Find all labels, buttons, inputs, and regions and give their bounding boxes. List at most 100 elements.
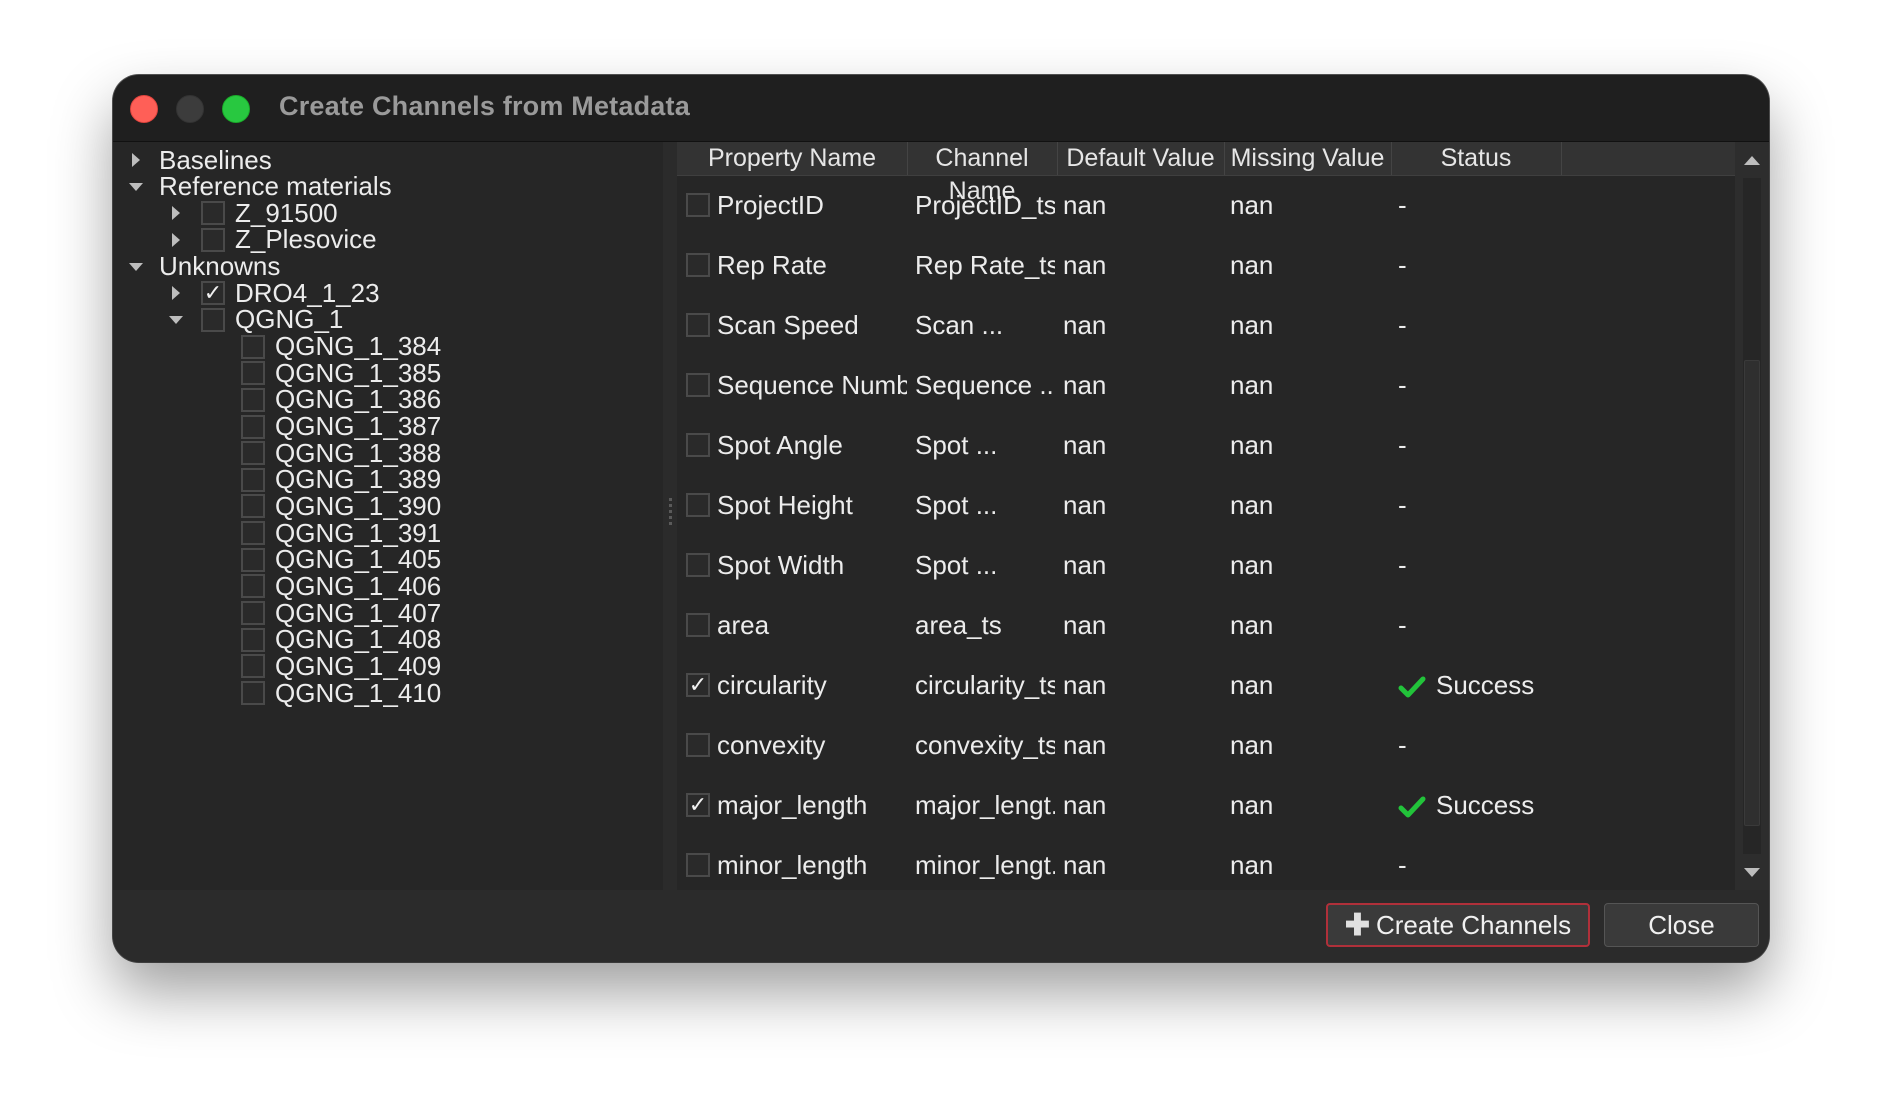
col-status-cell: - (1398, 370, 1407, 400)
scrollbar-thumb[interactable] (1744, 360, 1760, 826)
row-checkbox[interactable] (686, 853, 710, 877)
splitter-grip (669, 516, 672, 519)
col-property-name-header[interactable]: Property Name (677, 142, 908, 175)
tree-checkbox[interactable] (241, 654, 265, 679)
tree-checkbox[interactable] (241, 574, 265, 599)
window-title: Create Channels from Metadata (279, 91, 690, 121)
col-property-name-cell: ProjectID (717, 190, 824, 220)
table-scrollbar[interactable] (1735, 142, 1769, 890)
col-channel-name-cell: major_lengt... (915, 790, 1055, 820)
table-row[interactable]: convexity convexity_ts nan nan - (677, 715, 1735, 775)
tree-checkbox[interactable] (241, 334, 265, 359)
expand-arrow-down-icon[interactable] (121, 171, 151, 203)
col-property-name-cell: Scan Speed (717, 310, 859, 340)
col-missing-value-header[interactable]: Missing Value (1224, 142, 1392, 175)
col-status-header[interactable]: Status (1391, 142, 1562, 175)
splitter-grip (669, 498, 672, 501)
tree-checkbox[interactable] (201, 307, 225, 332)
tree-checkbox[interactable] (241, 681, 265, 705)
table-row[interactable]: Sequence Number Sequence ... nan nan - (677, 355, 1735, 415)
col-channel-name-cell: Spot ... (915, 430, 998, 460)
expand-arrow-down-icon[interactable] (161, 304, 191, 336)
row-checkbox[interactable] (686, 373, 710, 397)
status-text: Success (1436, 790, 1535, 820)
table-row[interactable]: ✓ major_length major_lengt... nan nan Success (677, 775, 1735, 835)
tree-checkbox[interactable] (241, 467, 265, 492)
panel-splitter[interactable] (663, 142, 677, 890)
row-checkbox[interactable] (686, 493, 710, 517)
scroll-down-arrow-icon[interactable] (1744, 868, 1760, 877)
col-status-cell: - (1398, 250, 1407, 280)
tree-checkbox[interactable] (201, 227, 225, 252)
col-status-cell: Success (1398, 655, 1568, 715)
col-missing-value-cell: nan (1230, 190, 1274, 220)
col-channel-name-cell: convexity_ts (915, 730, 1055, 760)
table-row[interactable]: Spot Height Spot ... nan nan - (677, 475, 1735, 535)
dialog-window: Create Channels from Metadata Baselines R… (113, 75, 1769, 962)
expand-arrow-down-icon[interactable] (121, 251, 151, 283)
col-default-value-header[interactable]: Default Value (1057, 142, 1225, 175)
scroll-up-arrow-icon[interactable] (1744, 156, 1760, 165)
tree-checkbox[interactable] (241, 521, 265, 546)
table-row[interactable]: ✓ circularity circularity_ts nan nan Success (677, 655, 1735, 715)
col-missing-value-cell: nan (1230, 610, 1274, 640)
tree-checkbox[interactable]: ✓ (201, 281, 225, 306)
col-property-name-cell: minor_length (717, 850, 868, 880)
col-default-value-cell: nan (1063, 790, 1107, 820)
col-default-value-cell: nan (1063, 670, 1107, 700)
close-label: Close (1648, 909, 1715, 940)
tree-checkbox[interactable] (241, 547, 265, 572)
tree-checkbox[interactable] (241, 387, 265, 412)
col-default-value-cell: nan (1063, 310, 1107, 340)
col-missing-value-cell: nan (1230, 790, 1274, 820)
status-text: Success (1436, 670, 1535, 700)
title-bar: Create Channels from Metadata (113, 75, 1769, 142)
col-channel-name-cell: minor_lengt... (915, 850, 1055, 880)
window-zoom-button[interactable] (222, 95, 250, 123)
table-row[interactable]: Rep Rate Rep Rate_ts nan nan - (677, 235, 1735, 295)
col-status-cell: - (1398, 610, 1407, 640)
col-missing-value-cell: nan (1230, 370, 1274, 400)
tree-checkbox[interactable] (241, 414, 265, 439)
col-channel-name-cell: ProjectID_ts (915, 190, 1055, 220)
tree-checkbox[interactable] (241, 494, 265, 519)
table-row[interactable]: Scan Speed Scan ... nan nan - (677, 295, 1735, 355)
row-checkbox[interactable] (686, 313, 710, 337)
row-checkbox[interactable] (686, 253, 710, 277)
table-row[interactable]: Spot Angle Spot ... nan nan - (677, 415, 1735, 475)
tree-checkbox[interactable] (241, 627, 265, 652)
table-row[interactable]: ProjectID ProjectID_ts nan nan - (677, 175, 1735, 235)
col-property-name-cell: convexity (717, 730, 826, 760)
row-checkbox[interactable]: ✓ (686, 793, 710, 817)
sample-tree: Baselines Reference materials Z_91500 Z_Ple… (113, 142, 663, 890)
tree-checkbox[interactable] (201, 201, 225, 226)
table-row[interactable]: area area_ts nan nan - (677, 595, 1735, 655)
col-channel-name-cell: Scan ... (915, 310, 1004, 340)
col-property-name-cell: Spot Width (717, 550, 845, 580)
row-checkbox[interactable] (686, 553, 710, 577)
tree-checkbox[interactable] (241, 361, 265, 386)
col-missing-value-cell: nan (1230, 670, 1274, 700)
row-checkbox[interactable] (686, 613, 710, 637)
col-status-cell: - (1398, 490, 1407, 520)
col-channel-name-cell: Rep Rate_ts (915, 250, 1055, 280)
create-channels-button[interactable]: ✚ Create Channels (1326, 903, 1590, 947)
col-property-name-cell: Spot Angle (717, 430, 843, 460)
tree-checkbox[interactable] (241, 441, 265, 466)
table-row[interactable]: minor_length minor_lengt... nan nan - (677, 835, 1735, 895)
row-checkbox[interactable]: ✓ (686, 673, 710, 697)
col-channel-name-cell: Spot ... (915, 490, 998, 520)
row-checkbox[interactable] (686, 193, 710, 217)
row-checkbox[interactable] (686, 733, 710, 757)
col-missing-value-cell: nan (1230, 850, 1274, 880)
tree-checkbox[interactable] (241, 601, 265, 626)
col-property-name-cell: Spot Height (717, 490, 853, 520)
window-close-button[interactable] (130, 95, 158, 123)
tree-item[interactable]: QGNG_1_410 (201, 677, 441, 709)
window-minimize-button[interactable] (176, 95, 204, 123)
col-channel-name-header[interactable]: Channel Name (907, 142, 1058, 205)
table-row[interactable]: Spot Width Spot ... nan nan - (677, 535, 1735, 595)
row-checkbox[interactable] (686, 433, 710, 457)
close-button[interactable]: Close (1604, 903, 1759, 947)
